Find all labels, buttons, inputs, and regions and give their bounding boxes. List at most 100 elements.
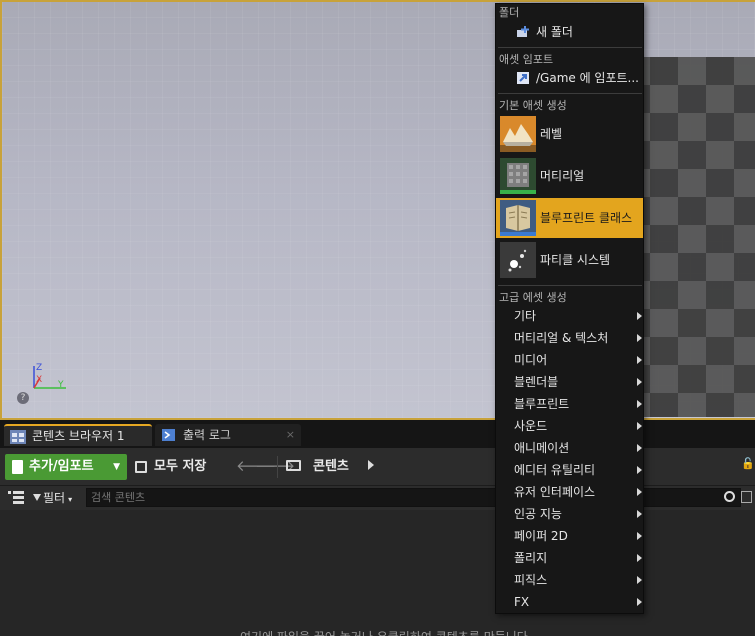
menu-submenu-item-label: 폴리지 (514, 551, 548, 565)
tab-output-log[interactable]: 출력 로그 × (155, 424, 301, 446)
menu-submenu-item-label: 유저 인터페이스 (514, 485, 596, 499)
menu-section-basic: 기본 애셋 생성 (499, 99, 567, 112)
empty-folder-hint: 여기에 파일을 끌어 놓거나 우클릭하여 콘텐츠를 만듭니다 (240, 628, 528, 636)
breadcrumb-content[interactable]: 콘텐츠 (313, 454, 349, 480)
save-all-label: 모두 저장 (154, 459, 207, 474)
chevron-right-icon (637, 510, 642, 518)
filter-label: 필터 (43, 491, 66, 505)
menu-submenu-item[interactable]: 페이퍼 2D (496, 525, 643, 547)
particle-system-icon (500, 242, 536, 278)
menu-item-blueprint-class[interactable]: 블루프린트 클래스 (496, 198, 643, 238)
save-all-button[interactable]: 모두 저장 (134, 454, 206, 480)
menu-item-level-label: 레벨 (540, 127, 563, 141)
menu-item-particle-system[interactable]: 파티클 시스템 (496, 240, 643, 280)
menu-item-blueprint-class-label: 블루프린트 클래스 (540, 211, 633, 225)
content-browser-icon (10, 430, 26, 444)
menu-submenu-item-label: 머티리얼 & 텍스처 (514, 331, 609, 345)
chevron-right-icon[interactable] (368, 460, 374, 470)
menu-submenu-item[interactable]: 미디어 (496, 349, 643, 371)
menu-submenu-item-label: 블루프린트 (514, 397, 570, 411)
svg-text:Y: Y (57, 380, 64, 390)
view-options-icon[interactable] (741, 491, 752, 503)
chevron-right-icon (637, 466, 642, 474)
chevron-right-icon (637, 422, 642, 430)
menu-submenu-item[interactable]: 폴리지 (496, 547, 643, 569)
svg-text:Z: Z (36, 363, 42, 373)
chevron-right-icon (637, 554, 642, 562)
menu-item-new-folder[interactable]: 새 폴더 (496, 21, 643, 43)
menu-item-material[interactable]: 머티리얼 (496, 156, 643, 196)
menu-section-import: 애셋 임포트 (499, 53, 554, 66)
add-import-label: 추가/임포트 (29, 459, 94, 474)
chevron-right-icon (637, 400, 642, 408)
menu-divider (498, 47, 642, 48)
menu-submenu-item-label: 피직스 (514, 573, 548, 587)
chevron-right-icon (637, 444, 642, 452)
chevron-right-icon (637, 378, 642, 386)
folder-icon[interactable] (286, 460, 301, 471)
chevron-right-icon (637, 356, 642, 364)
level-icon (500, 116, 536, 152)
editor-window: Z X Y ? 콘텐츠 브라우저 1 출력 로그 × 추가/임포트 ▼ 모두 저… (0, 0, 755, 636)
menu-submenu-item-label: 에디터 유틸리티 (514, 463, 596, 477)
tab-output-log-label: 출력 로그 (183, 428, 231, 442)
menu-submenu-item-label: 사운드 (514, 419, 548, 433)
new-file-icon (12, 460, 23, 474)
import-icon (517, 72, 529, 84)
tab-content-browser-label: 콘텐츠 브라우저 1 (32, 429, 125, 443)
menu-submenu-item[interactable]: 사운드 (496, 415, 643, 437)
chevron-right-icon (637, 576, 642, 584)
menu-item-import[interactable]: /Game 에 임포트... (496, 67, 643, 89)
menu-submenu-item[interactable]: 인공 지능 (496, 503, 643, 525)
search-icon[interactable] (724, 491, 735, 502)
menu-submenu-item-label: 인공 지능 (514, 507, 562, 521)
menu-submenu-item-label: 블렌더블 (514, 375, 559, 389)
menu-submenu-item[interactable]: 블렌더블 (496, 371, 643, 393)
chevron-right-icon (637, 598, 642, 606)
material-icon (500, 158, 536, 194)
add-import-button[interactable]: 추가/임포트 ▼ (5, 454, 127, 480)
context-menu: 폴더 새 폴더 애셋 임포트 /Game 에 임포트... 기본 애셋 생성 레… (495, 3, 644, 614)
menu-submenu-item[interactable]: 피직스 (496, 569, 643, 591)
menu-submenu-item[interactable]: 에디터 유틸리티 (496, 459, 643, 481)
chevron-down-icon: ▼ (113, 462, 120, 472)
new-folder-icon (517, 26, 529, 37)
menu-item-material-label: 머티리얼 (540, 169, 585, 183)
menu-submenu-item-label: 애니메이션 (514, 441, 570, 455)
menu-submenu-item-label: 미디어 (514, 353, 548, 367)
menu-submenu-item[interactable]: 유저 인터페이스 (496, 481, 643, 503)
menu-divider (498, 285, 642, 286)
filter-dropdown[interactable]: 필터 ▾ (33, 489, 72, 509)
toolbar-divider (277, 456, 278, 478)
menu-item-particle-system-label: 파티클 시스템 (540, 253, 611, 267)
chevron-right-icon (637, 532, 642, 540)
menu-section-advanced: 고급 에셋 생성 (499, 291, 567, 304)
menu-item-level[interactable]: 레벨 (496, 114, 643, 154)
menu-submenu-item[interactable]: 애니메이션 (496, 437, 643, 459)
menu-section-folder: 폴더 (499, 6, 520, 19)
save-icon (135, 461, 147, 473)
menu-item-import-label: /Game 에 임포트... (536, 71, 640, 85)
menu-submenu-item[interactable]: 블루프린트 (496, 393, 643, 415)
svg-text:X: X (36, 375, 42, 385)
blueprint-class-icon (500, 200, 536, 236)
menu-submenu-item-label: 페이퍼 2D (514, 529, 568, 543)
funnel-icon (33, 494, 41, 501)
chevron-right-icon (637, 312, 642, 320)
chevron-right-icon (637, 488, 642, 496)
menu-divider (498, 93, 642, 94)
axis-gizmo-icon: Z X Y (33, 363, 66, 390)
menu-submenu-item-label: 기타 (514, 309, 537, 323)
menu-submenu-item[interactable]: 머티리얼 & 텍스처 (496, 327, 643, 349)
tab-close-icon[interactable]: × (286, 424, 295, 446)
lock-icon[interactable]: 🔓 (741, 457, 755, 470)
output-log-icon (162, 429, 175, 441)
chevron-down-icon: ▾ (68, 495, 73, 504)
menu-item-new-folder-label: 새 폴더 (536, 25, 573, 39)
chevron-right-icon (637, 334, 642, 342)
menu-submenu-item[interactable]: FX (496, 591, 643, 613)
menu-submenu-item[interactable]: 기타 (496, 305, 643, 327)
sources-panel-icon[interactable] (8, 491, 24, 504)
help-icon[interactable]: ? (17, 392, 29, 404)
tab-content-browser[interactable]: 콘텐츠 브라우저 1 (4, 424, 152, 446)
